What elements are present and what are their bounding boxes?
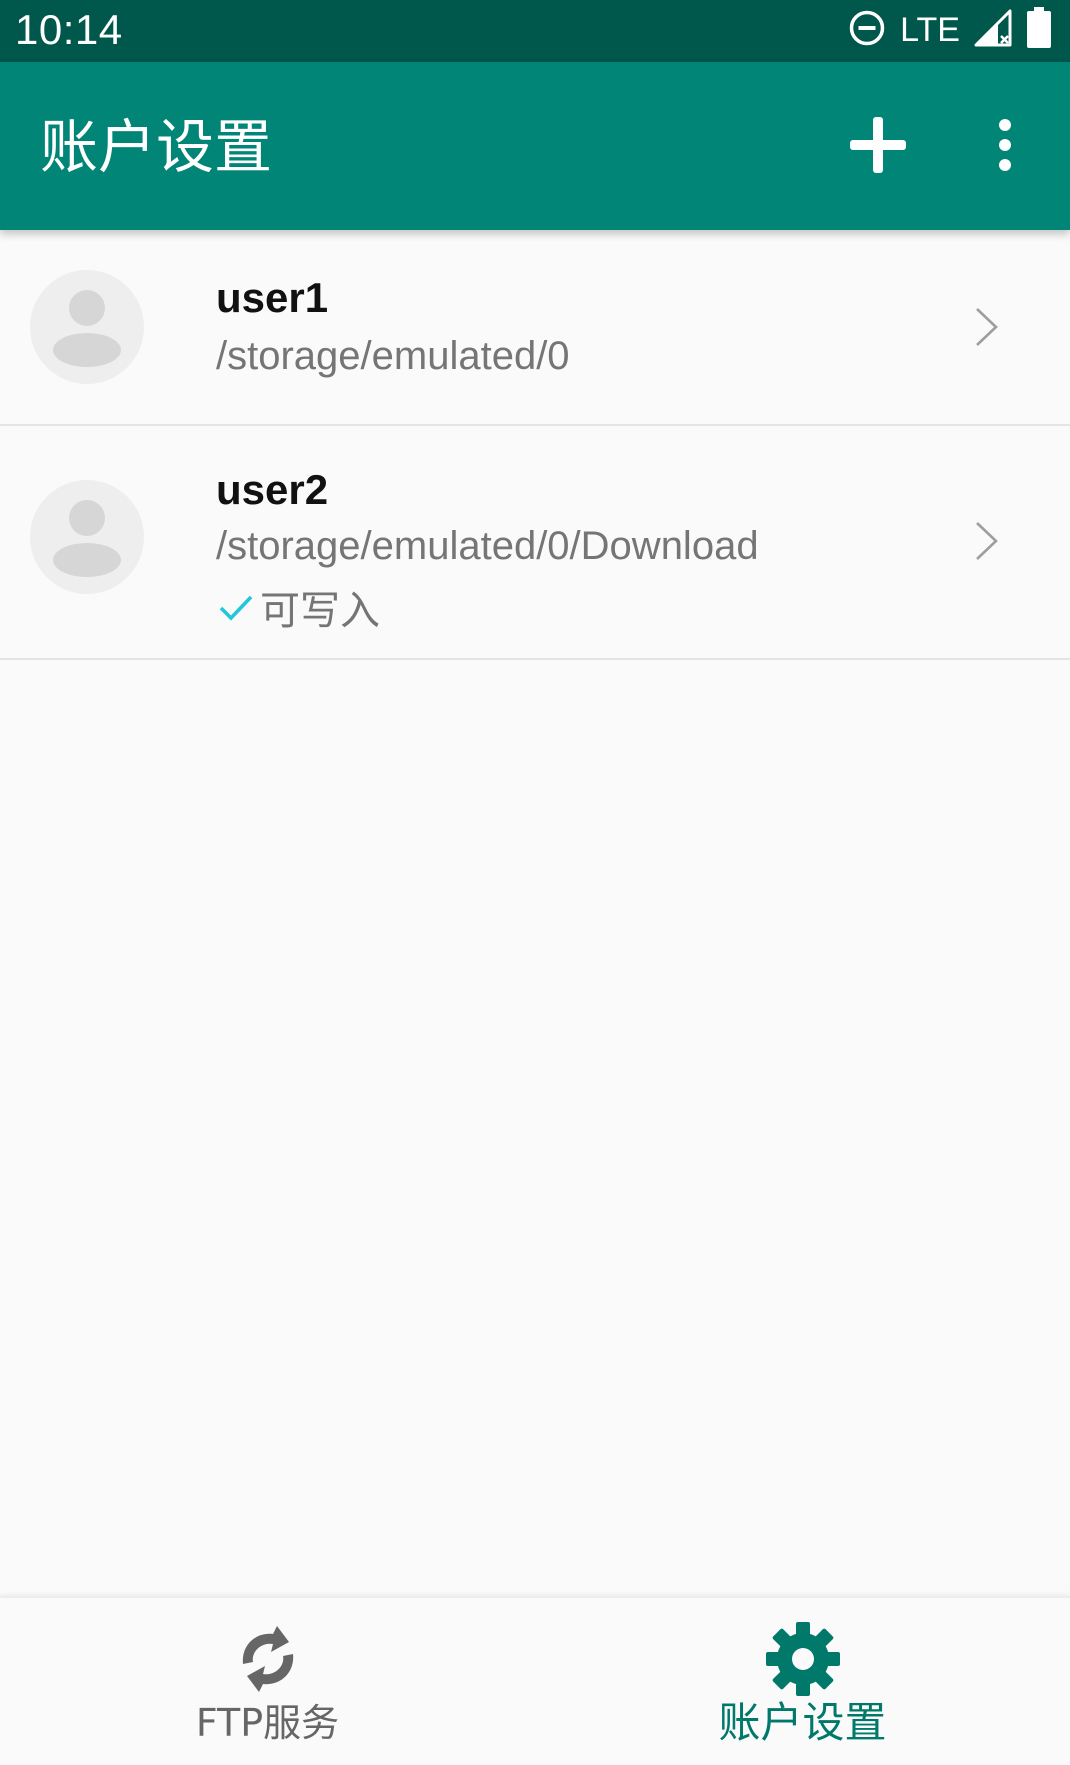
nav-label: 账户设置 bbox=[718, 1698, 887, 1747]
more-vert-icon bbox=[995, 119, 1015, 175]
overflow-menu-button[interactable] bbox=[980, 112, 1030, 182]
screen: 10:14 LTE 账户设置 user1 /storage/emulated/0… bbox=[0, 0, 1070, 1765]
avatar bbox=[30, 480, 144, 594]
page-title: 账户设置 bbox=[40, 113, 273, 181]
person-icon bbox=[53, 500, 121, 577]
nav-ftp-service[interactable]: FTP服务 bbox=[0, 1598, 535, 1765]
add-icon bbox=[847, 114, 909, 180]
nav-account-settings[interactable]: 账户设置 bbox=[535, 1598, 1070, 1765]
battery-icon bbox=[1026, 7, 1052, 53]
bottom-nav: FTP服务 账户设置 bbox=[0, 1596, 1070, 1765]
account-name: user2 bbox=[216, 466, 329, 513]
gear-icon bbox=[765, 1622, 840, 1696]
status-bar: 10:14 LTE bbox=[0, 0, 1070, 62]
account-item-user1[interactable]: user1 /storage/emulated/0 bbox=[0, 230, 1070, 426]
account-item-user2[interactable]: user2 /storage/emulated/0/Download 可写入 bbox=[0, 426, 1070, 660]
writable-status: 可写入 bbox=[218, 578, 380, 636]
chevron-right-icon bbox=[976, 522, 998, 560]
sync-icon bbox=[242, 1626, 293, 1692]
signal-icon bbox=[974, 9, 1012, 51]
account-path: /storage/emulated/0 bbox=[216, 334, 570, 378]
writable-label: 可写入 bbox=[260, 588, 380, 634]
add-account-button[interactable] bbox=[843, 112, 913, 182]
check-icon bbox=[219, 595, 253, 621]
chevron-right-icon bbox=[976, 308, 998, 346]
avatar bbox=[30, 270, 144, 384]
network-type: LTE bbox=[900, 10, 960, 49]
do-not-disturb-icon bbox=[848, 9, 886, 51]
status-time: 10:14 bbox=[15, 6, 123, 53]
person-icon bbox=[53, 290, 121, 367]
account-path: /storage/emulated/0/Download bbox=[216, 524, 759, 568]
nav-label: FTP服务 bbox=[195, 1701, 340, 1745]
account-name: user1 bbox=[216, 274, 329, 321]
status-icons: LTE bbox=[848, 5, 1052, 55]
app-bar: 账户设置 bbox=[0, 62, 1070, 230]
account-list: user1 /storage/emulated/0 user2 /storage… bbox=[0, 230, 1070, 660]
